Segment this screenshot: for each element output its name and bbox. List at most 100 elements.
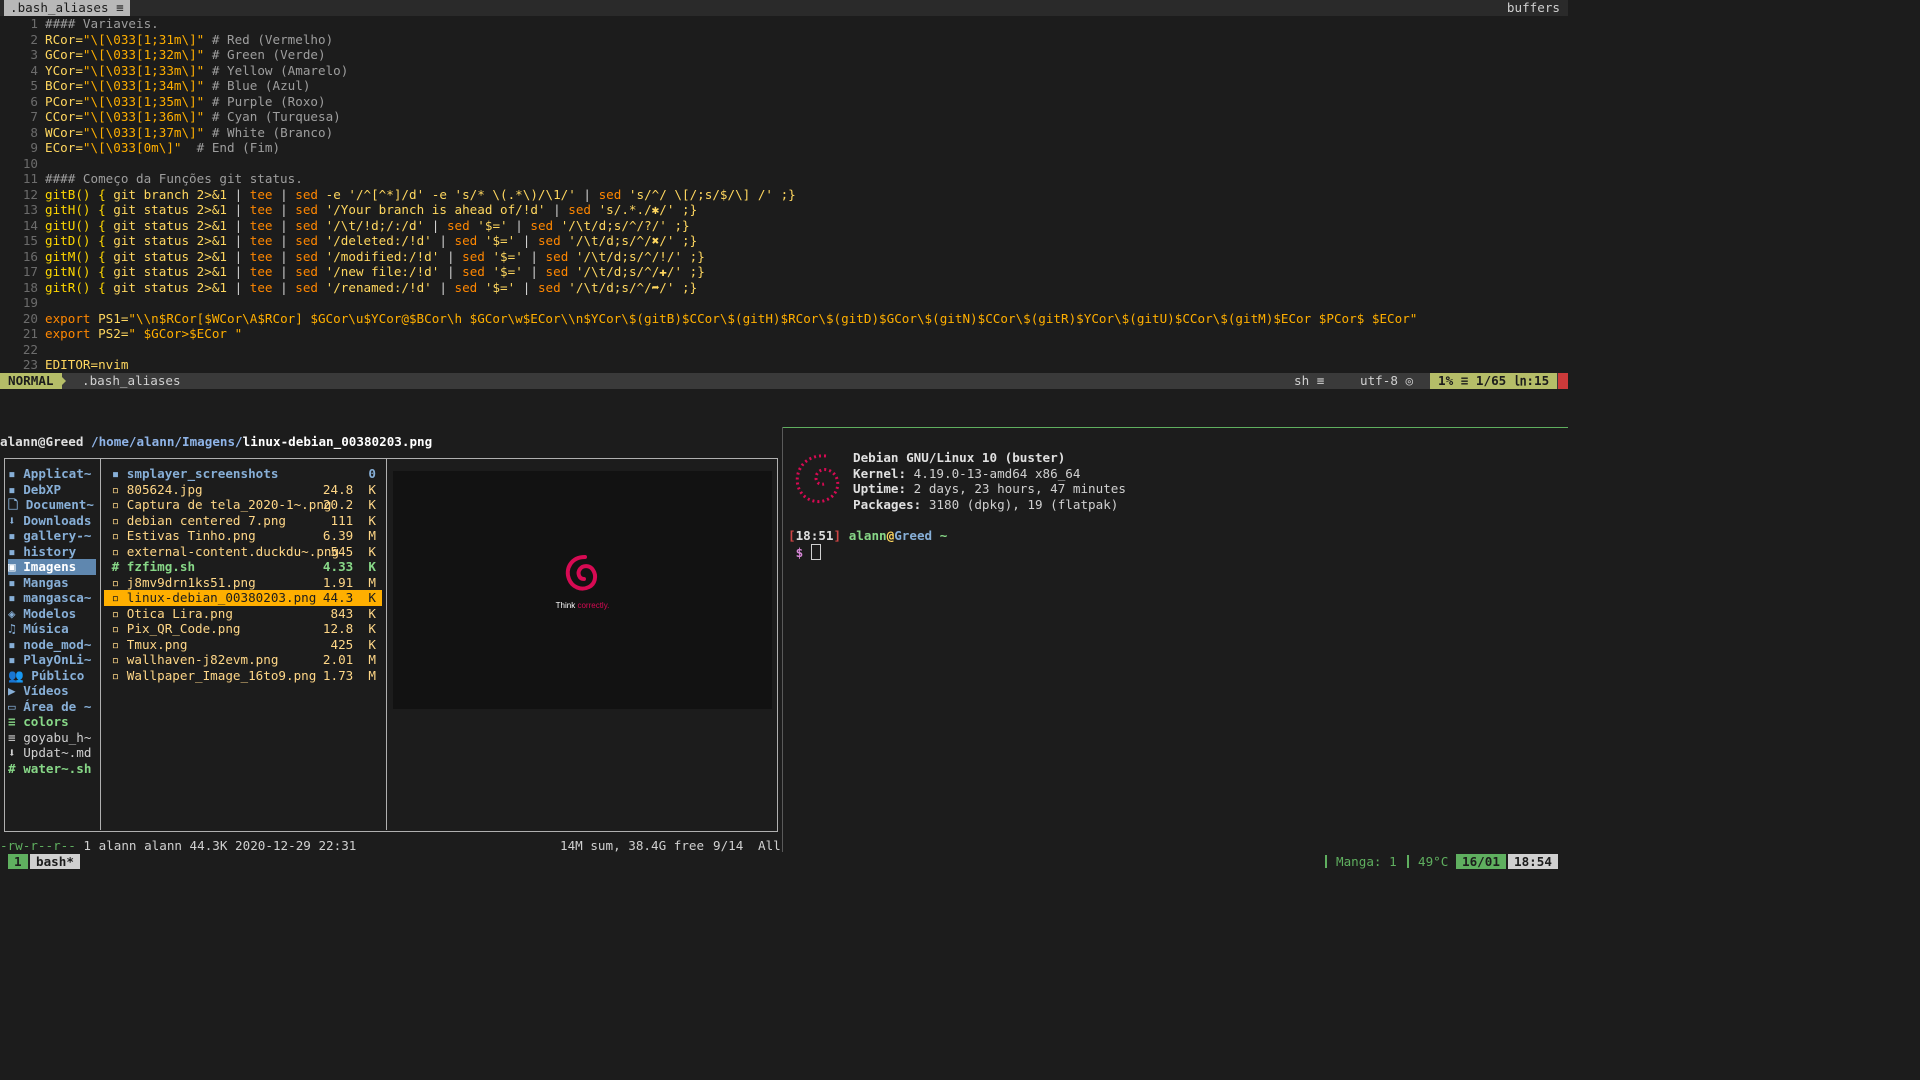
code-line[interactable]: 19 (0, 295, 45, 311)
file-size: 6.39 M (322, 528, 376, 543)
code-line[interactable]: 10 (0, 156, 45, 172)
file-size: 843 K (330, 605, 377, 621)
code-token: tee (249, 279, 281, 295)
parent-dir-item[interactable]: ▪ history (8, 544, 96, 560)
code-line[interactable]: 2 RCor="\[\033[1;31m\]" # Red (Vermelho) (0, 32, 333, 48)
line-number: 6 (30, 93, 38, 109)
file-list-item[interactable]: ▪ smplayer_screenshots 0 (104, 466, 382, 482)
code-token: sed (530, 217, 561, 233)
parent-dir-item[interactable]: ▪ Mangas (8, 575, 96, 591)
parent-dir-item[interactable]: ▶ Vídeos (8, 683, 96, 699)
file-icon: ▫ (111, 574, 120, 590)
tmux-window-name[interactable]: bash* (30, 854, 80, 869)
parent-dir-item[interactable]: ▪ DebXP (8, 482, 96, 498)
image-preview: Think correctly. (393, 471, 772, 709)
parent-dir-item[interactable]: ◈ Modelos (8, 606, 96, 622)
code-line[interactable]: 1 #### Variaveis. (0, 16, 158, 32)
folder-icon: ▪ (8, 466, 16, 481)
parent-dir-item[interactable]: ▣ Imagens (8, 559, 96, 575)
parent-dir-item[interactable]: ≡ colors (8, 714, 96, 730)
code-token: | (280, 279, 296, 295)
kernel-label: Kernel: (853, 466, 907, 481)
file-list-item[interactable]: ▫ debian centered 7.png 111 K (104, 513, 382, 529)
file-list-item[interactable]: # fzfimg.sh 4.33 K (104, 559, 382, 575)
ranger-header: alann@Greed /home/alann/Imagens/linux-de… (0, 434, 432, 450)
parent-dir-item[interactable]: ▪ gallery-~ (8, 528, 96, 544)
file-list-item[interactable]: ▫ Captura de tela_2020-1~.png 20.2 K (104, 497, 382, 513)
file-list-item[interactable]: ▫ external-content.duckdu~.png 545 K (104, 544, 382, 560)
pane-border-active (783, 427, 1568, 428)
code-line[interactable]: 6 PCor="\[\033[1;35m\]" # Purple (Roxo) (0, 93, 325, 110)
code-token: '$=' (484, 279, 523, 295)
parent-dir-item[interactable]: 🗋 Document~ (8, 497, 96, 513)
parent-dir-item[interactable]: ▪ Applicat~ (8, 466, 96, 482)
tab-bash-aliases[interactable]: .bash_aliases ≡ (4, 0, 130, 16)
code-line[interactable]: 14 gitU() { git status 2>&1 | tee | sed '… (0, 218, 690, 234)
parent-dir-item[interactable]: 👥 Público (8, 668, 96, 684)
code-line[interactable]: 23 EDITOR=nvim (0, 357, 129, 372)
code-line[interactable]: 8 WCor="\[\033[1;37m\]" # White (Branco) (0, 125, 333, 141)
code-line[interactable]: 5 BCor="\[\033[1;34m\]" # Blue (Azul) (0, 78, 310, 94)
file-list-item[interactable]: ▫ linux-debian_00380203.png 44.3 K (104, 590, 382, 606)
parent-dir-item[interactable]: # water~.sh (8, 761, 96, 777)
code-token: PCor= (45, 93, 83, 109)
code-line[interactable]: 21 export PS2=" $GCor>$ECor " (0, 326, 242, 342)
code-token: PS2= (98, 326, 129, 341)
code-line[interactable]: 17 gitN() { git status 2>&1 | tee | sed '… (0, 264, 705, 280)
file-list-item[interactable]: ▫ Estivas Tinho.png 6.39 M (104, 528, 382, 544)
code-line[interactable]: 4 YCor="\[\033[1;33m\]" # Yellow (Amarelo… (0, 63, 348, 79)
status-encoding: utf-8 ◎ (1360, 373, 1414, 388)
parent-dir-item[interactable]: ♫ Música (8, 621, 96, 637)
file-list-item[interactable]: ▫ wallhaven-j82evm.png 2.01 M (104, 652, 382, 668)
file-list-item[interactable]: ▫ 805624.jpg 24.8 K (104, 482, 382, 498)
parent-dir-item[interactable]: ▭ Área de ~ (8, 699, 96, 715)
file-name: 805624.jpg (126, 481, 203, 497)
folder-icon: ◈ (8, 605, 16, 621)
terminal-cursor[interactable] (810, 544, 821, 560)
file-size: 20.2 K (322, 497, 376, 512)
code-line[interactable]: 7 CCor="\[\033[1;36m\]" # Cyan (Turquesa) (0, 109, 340, 125)
code-token: git status 2>&1 (113, 279, 235, 295)
line-number: 22 (22, 341, 38, 357)
parent-dir-item[interactable]: ▪ mangasca~ (8, 590, 96, 606)
parent-dir-label: Applicat~ (23, 466, 92, 481)
code-token: # Red (Vermelho) (204, 31, 334, 47)
code-line[interactable]: 15 gitD() { git status 2>&1 | tee | sed '… (0, 233, 697, 249)
code-token: "\[\033[1;31m\]" (82, 31, 205, 47)
warning-indicator (1558, 373, 1568, 389)
parent-dir-item[interactable]: ▪ PlayOnLi~ (8, 652, 96, 668)
code-line[interactable]: 13 gitH() { git status 2>&1 | tee | sed '… (0, 202, 697, 218)
pane-border-vertical[interactable] (782, 427, 783, 852)
parent-dir-item[interactable]: ▪ node_mod~ (8, 637, 96, 653)
file-list-item[interactable]: ▫ Pix_QR_Code.png 12.8 K (104, 621, 382, 637)
code-token: # Yellow (Amarelo) (204, 62, 349, 78)
code-line[interactable]: 11 #### Começo da Funções git status. (0, 171, 303, 187)
tmux-window-index[interactable]: 1 (8, 854, 28, 869)
code-line[interactable]: 22 (0, 342, 45, 358)
code-line[interactable]: 20 export PS1="\\n$RCor[$WCor\A$RCor] $GC… (0, 310, 1418, 327)
code-token: RCor= (45, 31, 83, 47)
parent-dir-item[interactable]: ⬇ Downloads (8, 513, 96, 529)
file-icon: ▫ (111, 652, 120, 667)
file-size: 1.73 M (322, 667, 376, 683)
file-list-item[interactable]: ▫ Otica Lira.png 843 K (104, 606, 382, 622)
line-number: 1 (30, 16, 38, 31)
code-line[interactable]: 9 ECor="\[\033[0m\]" # End (Fim) (0, 140, 280, 156)
file-list-item[interactable]: ▫ j8mv9drn1ks51.png 1.91 M (104, 575, 382, 591)
code-token: export (45, 310, 99, 326)
parent-dir-item[interactable]: ≡ goyabu_h~ (8, 730, 96, 746)
code-line[interactable]: 18 gitR() { git status 2>&1 | tee | sed '… (0, 280, 697, 296)
file-count: 9/14 (713, 838, 744, 853)
code-line[interactable]: 3 GCor="\[\033[1;32m\]" # Green (Verde) (0, 47, 325, 63)
file-list-item[interactable]: ▫ Tmux.png 425 K (104, 637, 382, 653)
code-token: git status 2>&1 (113, 233, 235, 248)
shell-input-line[interactable]: $ (788, 544, 821, 561)
code-line[interactable]: 12 gitB() { git branch 2>&1 | tee | sed -… (0, 187, 796, 203)
code-token: | (522, 279, 538, 295)
folder-icon: ▭ (8, 698, 16, 714)
file-list-item[interactable]: ▫ Wallpaper_Image_16to9.png 1.73 M (104, 668, 382, 684)
file-name: Otica Lira.png (126, 605, 233, 621)
code-line[interactable]: 16 gitM() { git status 2>&1 | tee | sed '… (0, 249, 705, 265)
code-editor[interactable]: 1 #### Variaveis. 2 RCor="\[\033[1;31m\]" #… (0, 16, 1568, 372)
parent-dir-item[interactable]: ⬇ Updat~.md (8, 745, 96, 761)
